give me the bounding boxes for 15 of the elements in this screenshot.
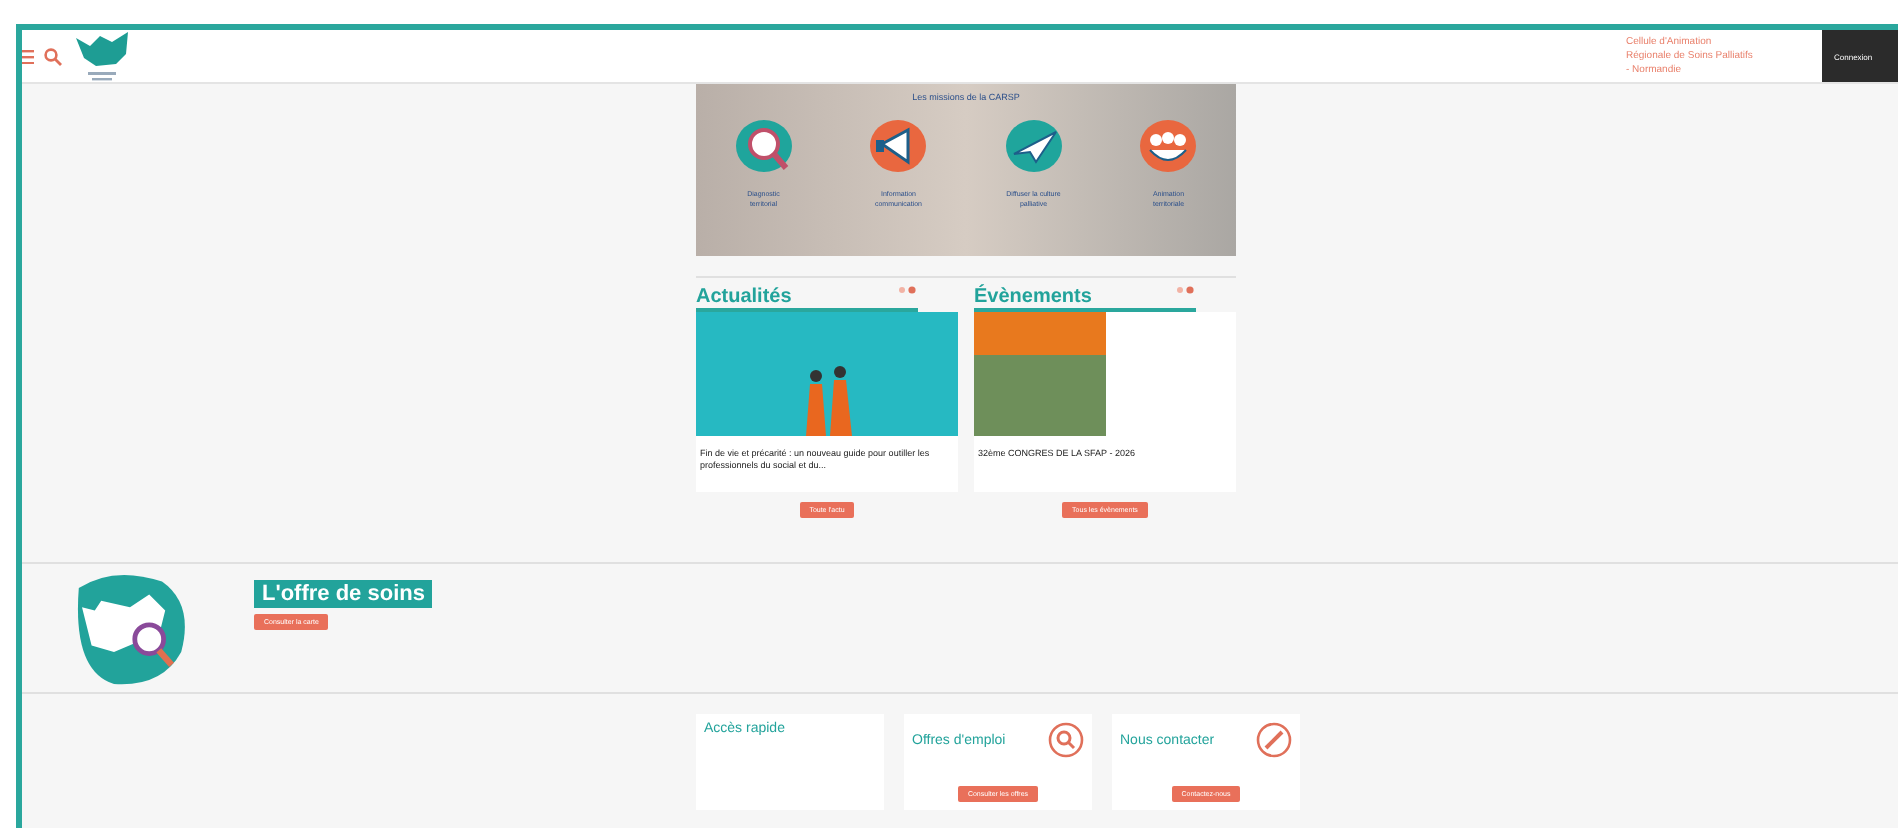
congress-poster-image bbox=[974, 312, 1106, 436]
paper-plane-icon bbox=[1003, 118, 1064, 174]
magnifier-icon bbox=[733, 118, 794, 174]
people-group-icon bbox=[1138, 118, 1199, 174]
search-icon bbox=[1048, 722, 1084, 758]
map-logo-icon bbox=[72, 30, 132, 82]
menu-icon[interactable] bbox=[22, 48, 34, 64]
section-title: L'offre de soins bbox=[254, 580, 433, 608]
section-title: Actualités bbox=[696, 286, 792, 308]
search-icon[interactable] bbox=[44, 47, 62, 65]
section-title: Évènements bbox=[974, 286, 1092, 308]
carousel-dots-icon bbox=[898, 286, 919, 294]
pencil-icon bbox=[1256, 722, 1292, 758]
carousel-dots-icon bbox=[1176, 286, 1197, 294]
megaphone-icon bbox=[868, 118, 929, 174]
